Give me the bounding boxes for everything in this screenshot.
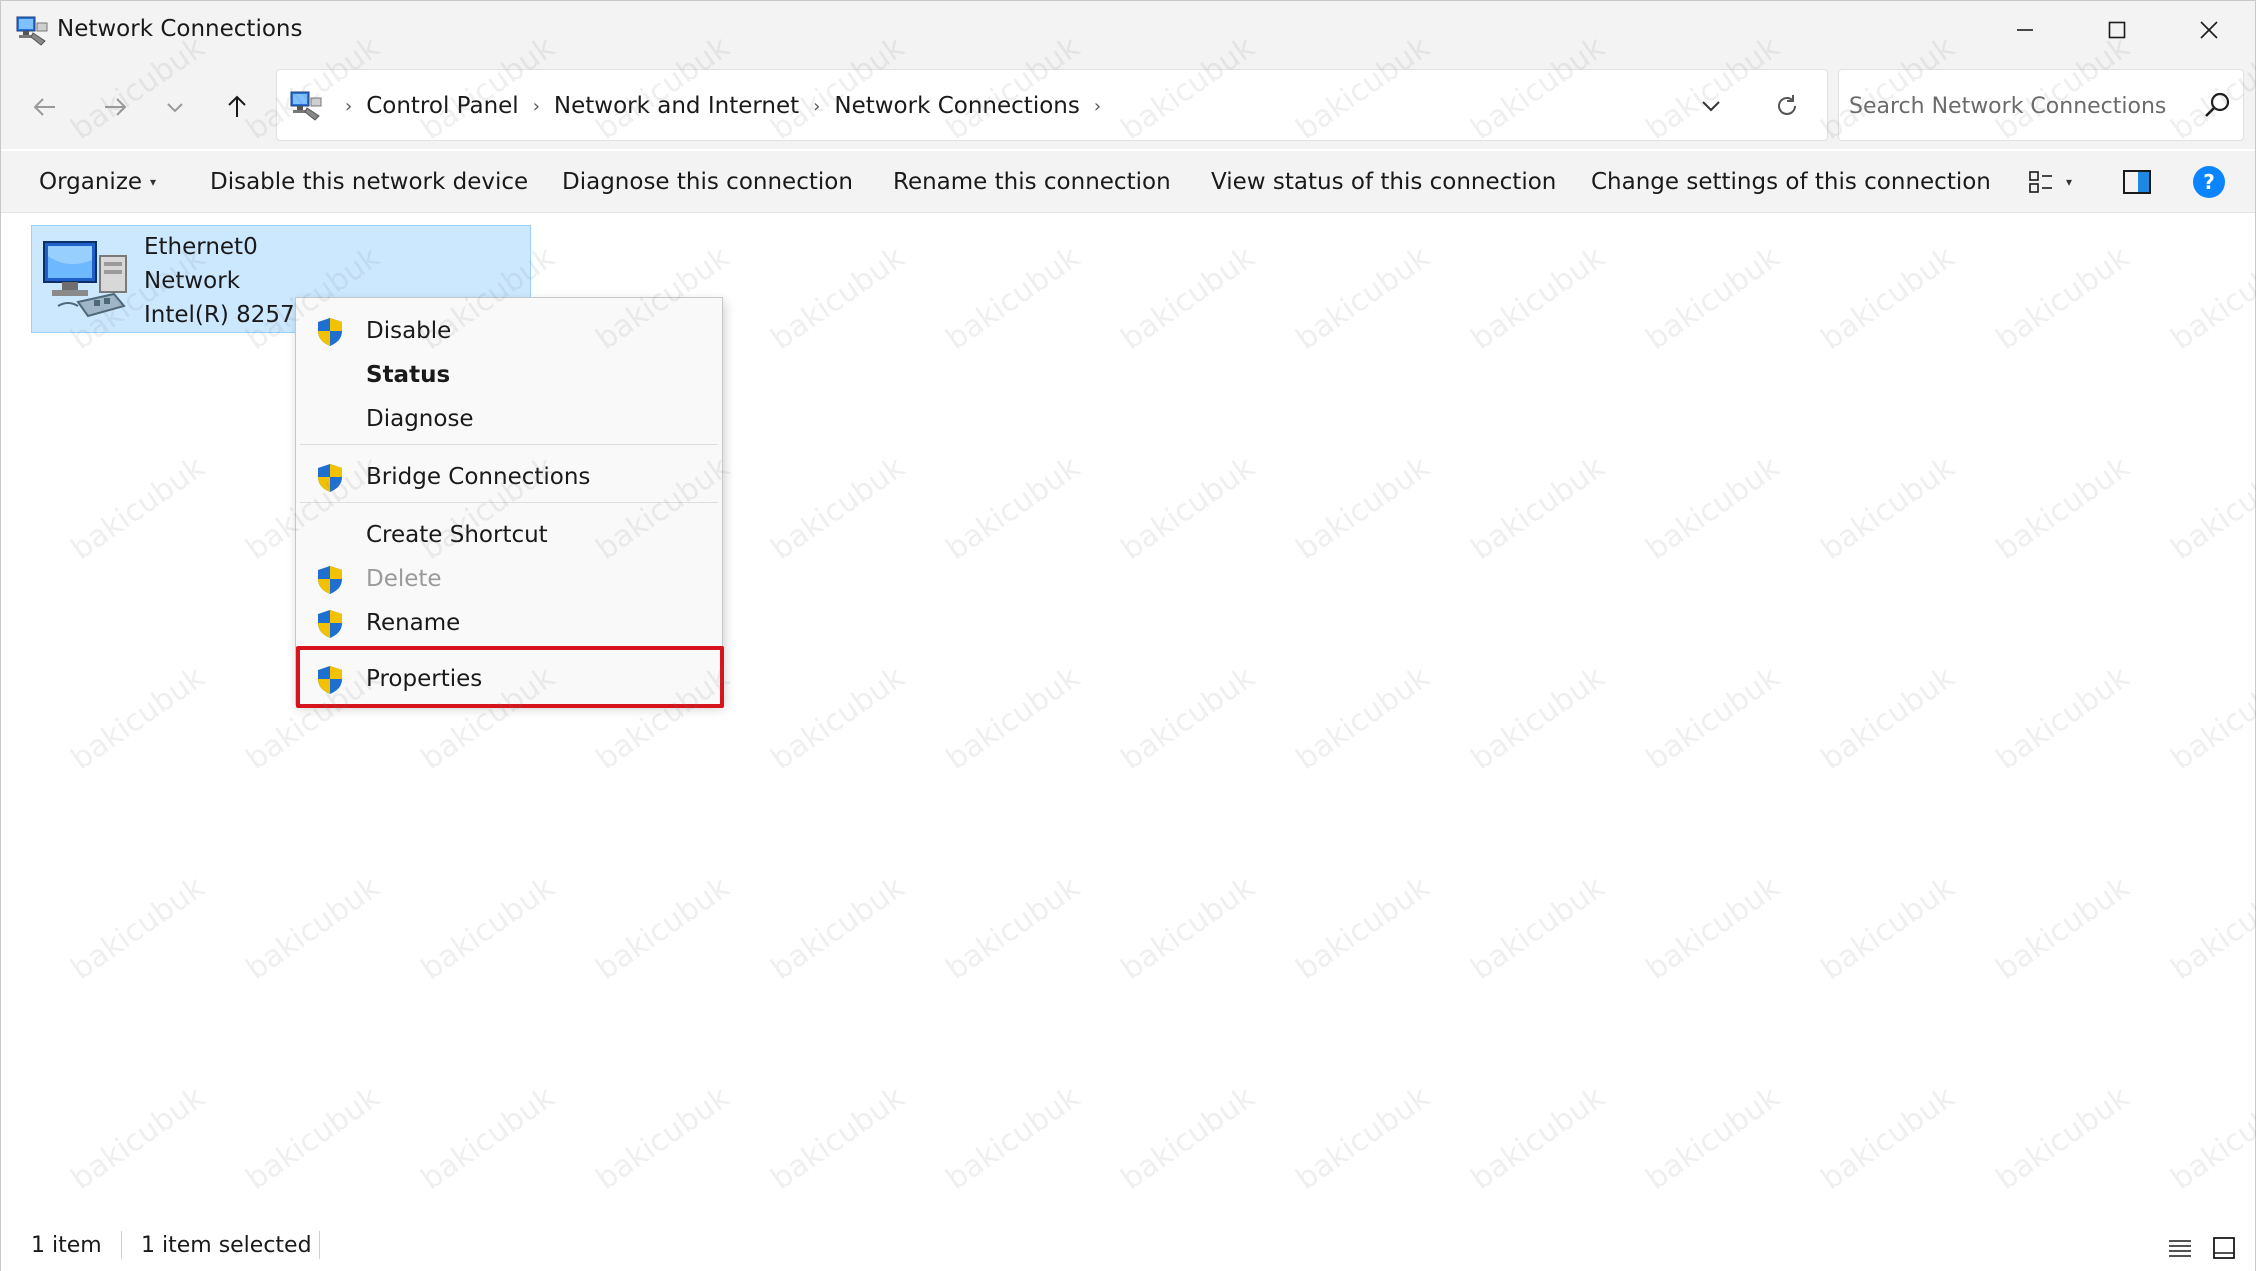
organize-button[interactable]: Organize ▾ [39,151,156,213]
chevron-right-icon[interactable]: › [345,96,352,117]
title-bar: Network Connections [1,1,2255,59]
menu-item-disable[interactable]: Disable [296,310,722,352]
menu-item-rename[interactable]: Rename [296,602,722,644]
menu-item-create-shortcut[interactable]: Create Shortcut [296,514,722,556]
connection-status: Network [144,268,241,294]
network-adapter-icon [43,241,127,318]
diagnose-connection-button[interactable]: Diagnose this connection [562,151,853,213]
disable-device-button[interactable]: Disable this network device [210,151,528,213]
minimize-button[interactable] [1979,1,2071,59]
preview-pane-button[interactable] [2117,162,2157,202]
minimize-icon [2017,29,2033,31]
breadcrumb-network-and-internet[interactable]: Network and Internet [554,93,799,119]
rename-connection-button[interactable]: Rename this connection [893,151,1171,213]
breadcrumb-control-panel[interactable]: Control Panel [366,93,519,119]
uac-shield-icon [318,464,342,492]
close-icon [2200,21,2218,39]
forward-button[interactable] [91,83,139,131]
address-history-button[interactable] [1687,82,1735,130]
chevron-down-icon [167,103,183,113]
network-connections-icon [16,16,48,46]
menu-separator [300,444,718,445]
refresh-button[interactable] [1763,82,1811,130]
menu-separator [300,502,718,503]
up-button[interactable] [213,83,261,131]
close-button[interactable] [2163,1,2255,59]
organize-label: Organize [39,169,143,195]
view-options-icon [2029,171,2052,193]
menu-label: Diagnose [366,406,474,432]
arrow-left-icon [33,98,55,116]
refresh-icon [1778,95,1796,115]
menu-label: Properties [366,666,483,692]
menu-label: Status [366,362,451,388]
uac-shield-icon [318,666,342,694]
details-view-button[interactable] [2163,1231,2197,1265]
address-bar[interactable]: › Control Panel › Network and Internet ›… [276,69,1828,141]
menu-label: Create Shortcut [366,522,548,548]
caret-down-icon: ▾ [150,175,157,189]
svg-text:?: ? [2203,170,2215,194]
breadcrumb-network-connections[interactable]: Network Connections [834,93,1079,119]
menu-item-properties[interactable]: Properties [296,658,722,700]
arrow-right-icon [105,98,127,116]
menu-item-diagnose[interactable]: Diagnose [296,398,722,440]
navigation-bar: › Control Panel › Network and Internet ›… [1,59,2255,149]
recent-locations-button[interactable] [151,83,199,131]
menu-label: Bridge Connections [366,464,591,490]
menu-label: Rename [366,610,461,636]
menu-label: Disable [366,318,452,344]
network-connections-icon [290,91,322,121]
breadcrumb: › Control Panel › Network and Internet ›… [331,70,1115,142]
explorer-window: Network Connections › Control Panel › Ne… [0,0,2256,1271]
search-box[interactable] [1838,69,2244,141]
large-icons-view-icon [2213,1237,2235,1259]
change-settings-button[interactable]: Change settings of this connection [1591,151,1991,213]
uac-shield-icon [318,610,342,638]
status-bar: 1 item 1 item selected [1,1223,2255,1271]
search-icon [2205,92,2230,117]
arrow-up-icon [228,95,246,117]
back-button[interactable] [21,83,69,131]
window-title: Network Connections [57,16,303,42]
uac-shield-icon [318,566,342,594]
menu-separator [300,648,718,649]
chevron-down-icon [1702,101,1720,112]
menu-item-delete: Delete [296,558,722,600]
chevron-right-icon[interactable]: › [1094,96,1101,117]
maximize-button[interactable] [2071,1,2163,59]
caret-down-icon: ▾ [2065,175,2073,189]
help-icon: ? [2193,166,2225,198]
connection-name: Ethernet0 [144,234,258,260]
view-options-dropdown[interactable]: ▾ [2059,162,2079,202]
uac-shield-icon [318,318,342,346]
menu-label: Delete [366,566,442,592]
preview-pane-icon [2123,170,2151,194]
help-button[interactable]: ? [2189,162,2229,202]
selected-count: 1 item selected [141,1233,312,1258]
details-view-icon [2169,1240,2191,1257]
status-divider [121,1231,122,1259]
menu-item-status[interactable]: Status [296,354,722,396]
chevron-right-icon[interactable]: › [813,96,820,117]
search-input[interactable] [1849,86,2179,126]
menu-item-bridge-connections[interactable]: Bridge Connections [296,456,722,498]
item-count: 1 item [31,1233,102,1258]
command-bar: Organize ▾ Disable this network device D… [1,151,2255,213]
maximize-icon [2108,21,2126,39]
change-view-button[interactable] [2021,162,2061,202]
context-menu: Disable Status Diagnose Bridge Connectio… [295,297,723,705]
status-divider [319,1231,320,1259]
view-status-button[interactable]: View status of this connection [1211,151,1556,213]
large-icons-view-button[interactable] [2207,1231,2241,1265]
chevron-right-icon[interactable]: › [533,96,540,117]
